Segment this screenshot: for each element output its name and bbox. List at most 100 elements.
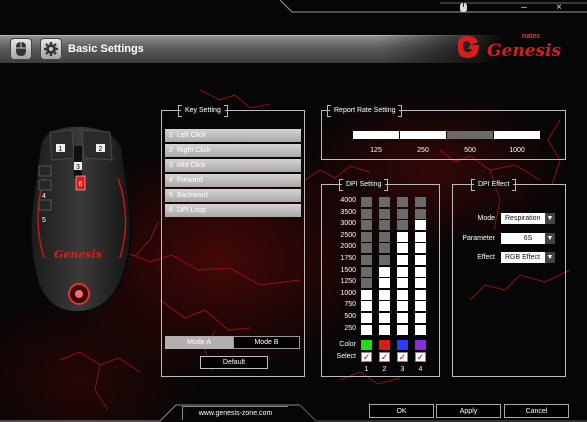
dpi-select-checkbox[interactable]: ✓ xyxy=(361,352,372,362)
dpi-select-checkbox[interactable]: ✓ xyxy=(397,352,408,362)
report-rate-label: 250 xyxy=(417,147,429,154)
dpi-cell[interactable] xyxy=(415,313,426,323)
dpi-effect-title: DPI Effect xyxy=(470,179,517,191)
key-item-left-click[interactable]: 1 Left Click xyxy=(165,129,301,142)
key-item-dpi-loop[interactable]: 6 DPI Loop xyxy=(165,204,301,217)
dpi-cell[interactable] xyxy=(361,313,372,323)
dpi-cell[interactable] xyxy=(415,266,426,277)
dpi-level-label: 250 xyxy=(344,324,356,332)
dpi-cell[interactable] xyxy=(361,208,372,219)
dpi-cell[interactable] xyxy=(379,266,390,277)
dpi-level-label: 1750 xyxy=(340,255,356,262)
apply-button[interactable]: Apply xyxy=(436,404,501,418)
dpi-cell[interactable] xyxy=(415,301,426,312)
key-item-label: Forward xyxy=(177,177,203,184)
mode-select-value: Respiration xyxy=(505,215,541,222)
dpi-level-label: 2500 xyxy=(340,231,356,239)
dpi-cell[interactable] xyxy=(397,301,408,312)
dpi-cell[interactable] xyxy=(397,255,408,265)
dpi-cell[interactable] xyxy=(415,289,426,300)
dpi-cell[interactable] xyxy=(397,231,408,242)
mode-select[interactable]: Respiration ▼ xyxy=(501,213,555,224)
report-rate-option-125[interactable] xyxy=(353,131,399,139)
dpi-color-swatch[interactable] xyxy=(415,340,426,350)
dpi-cell[interactable] xyxy=(361,289,372,300)
mode-b-button[interactable]: Mode B xyxy=(233,336,300,349)
mouse-small-icon xyxy=(459,2,467,12)
report-rate-option-500[interactable] xyxy=(447,131,493,139)
dpi-color-swatch[interactable] xyxy=(361,340,372,350)
dpi-cell[interactable] xyxy=(379,313,390,323)
dpi-cell[interactable] xyxy=(397,266,408,277)
dpi-cell[interactable] xyxy=(361,266,372,277)
dpi-level-label: 1250 xyxy=(340,278,356,286)
dpi-color-swatch[interactable] xyxy=(379,340,390,350)
key-item-forward[interactable]: 4 Forward xyxy=(165,174,301,187)
dpi-cell[interactable] xyxy=(397,197,408,207)
dpi-level-label: 2000 xyxy=(340,243,356,251)
minimize-button[interactable]: – xyxy=(513,0,535,14)
dpi-cell[interactable] xyxy=(397,243,408,254)
title-bar: – × xyxy=(0,0,587,14)
key-item-right-click[interactable]: 2 Right Click xyxy=(165,144,301,157)
dpi-cell[interactable] xyxy=(415,197,426,207)
dpi-cell[interactable] xyxy=(397,324,408,335)
dpi-level-label: 750 xyxy=(344,301,356,309)
default-button[interactable]: Default xyxy=(200,356,268,369)
dpi-cell[interactable] xyxy=(379,324,390,335)
dpi-cell[interactable] xyxy=(361,243,372,254)
report-rate-option-250[interactable] xyxy=(400,131,446,139)
parameter-select[interactable]: 6S ▼ xyxy=(501,233,555,244)
key-item-number: 4 xyxy=(169,177,173,184)
dpi-select-checkbox[interactable]: ✓ xyxy=(379,352,390,362)
cancel-button[interactable]: Cancel xyxy=(504,404,569,418)
dpi-cell[interactable] xyxy=(379,255,390,265)
dpi-cell[interactable] xyxy=(415,255,426,265)
dpi-cell[interactable] xyxy=(361,301,372,312)
dpi-cell[interactable] xyxy=(361,220,372,231)
dpi-cell[interactable] xyxy=(397,313,408,323)
effect-select[interactable]: RGB Effect ▼ xyxy=(501,252,555,263)
dpi-cell[interactable] xyxy=(415,231,426,242)
parameter-select-value: 6S xyxy=(523,235,533,242)
dpi-column-number: 2 xyxy=(382,366,387,373)
key-item-mid-click[interactable]: 3 Mid Click xyxy=(165,159,301,172)
dpi-cell[interactable] xyxy=(361,324,372,335)
close-button[interactable]: × xyxy=(548,0,570,14)
dpi-cell[interactable] xyxy=(379,220,390,231)
key-item-backward[interactable]: 5 Backward xyxy=(165,189,301,202)
dpi-select-checkbox[interactable]: ✓ xyxy=(415,352,426,362)
dpi-cell[interactable] xyxy=(379,208,390,219)
dpi-cell[interactable] xyxy=(361,278,372,289)
ok-button[interactable]: OK xyxy=(369,404,434,418)
dpi-cell[interactable] xyxy=(379,289,390,300)
dpi-color-swatch[interactable] xyxy=(397,340,408,350)
dpi-cell[interactable] xyxy=(415,243,426,254)
key-item-number: 3 xyxy=(169,162,173,169)
report-rate-option-1000[interactable] xyxy=(494,131,540,139)
dpi-cell[interactable] xyxy=(397,278,408,289)
brand-name-label: Genesis xyxy=(487,41,562,61)
dpi-cell[interactable] xyxy=(379,278,390,289)
key-item-number: 1 xyxy=(169,132,173,139)
mouse-nav-button[interactable] xyxy=(10,38,32,60)
mode-a-button[interactable]: Mode A xyxy=(165,336,233,349)
mouse-icon xyxy=(16,42,26,56)
dpi-cell[interactable] xyxy=(361,197,372,207)
dpi-cell[interactable] xyxy=(361,231,372,242)
dpi-cell[interactable] xyxy=(415,278,426,289)
dpi-cell[interactable] xyxy=(397,289,408,300)
dpi-cell[interactable] xyxy=(379,197,390,207)
dpi-cell[interactable] xyxy=(415,324,426,335)
website-link[interactable]: www.genesis-zone.com xyxy=(182,406,288,420)
dpi-cell[interactable] xyxy=(415,208,426,219)
settings-nav-button[interactable] xyxy=(40,38,62,60)
dpi-cell[interactable] xyxy=(379,231,390,242)
dpi-cell[interactable] xyxy=(361,255,372,265)
dpi-cell[interactable] xyxy=(397,220,408,231)
dpi-cell[interactable] xyxy=(415,220,426,231)
dpi-cell[interactable] xyxy=(379,301,390,312)
dpi-cell[interactable] xyxy=(397,208,408,219)
dpi-cell[interactable] xyxy=(379,243,390,254)
report-rate-label: 125 xyxy=(370,147,382,154)
